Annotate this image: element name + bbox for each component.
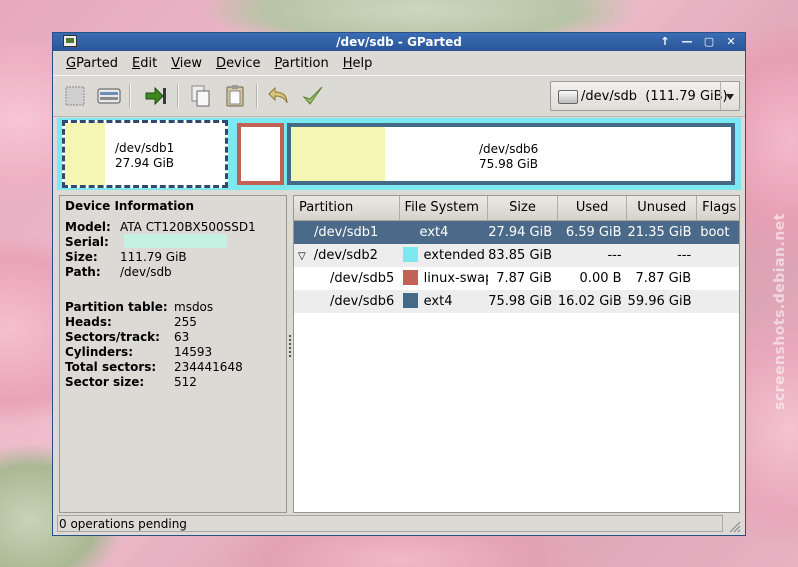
new-partition-icon[interactable]: [63, 84, 87, 108]
column-header-unused[interactable]: Unused: [627, 196, 698, 220]
menu-gparted[interactable]: GParted: [59, 56, 125, 71]
info-size: Size: 111.79 GiB: [65, 250, 187, 264]
column-header-flags[interactable]: Flags: [697, 196, 739, 220]
info-sectors-track: Sectors/track: 63: [65, 330, 190, 344]
shade-up-icon[interactable]: ↑: [655, 34, 675, 50]
chevron-down-icon[interactable]: [720, 82, 739, 110]
minimize-icon[interactable]: —: [677, 34, 697, 50]
table-row[interactable]: /dev/sdb1 ext4 27.94 GiB 6.59 GiB 21.35 …: [294, 221, 739, 244]
menu-partition[interactable]: Partition: [268, 56, 336, 71]
column-header-partition[interactable]: Partition: [294, 196, 400, 220]
used-space-bar: [65, 123, 105, 185]
graph-partition-sdb5[interactable]: [237, 123, 284, 185]
color-swatch: [402, 293, 418, 308]
graph-label-sdb1: /dev/sdb1 27.94 GiB: [115, 141, 175, 170]
expander-triangle-icon[interactable]: ▽: [298, 251, 306, 262]
toolbar: /dev/sdb (111.79 GiB): [53, 75, 745, 117]
close-icon[interactable]: ✕: [721, 34, 741, 50]
device-selector-label: /dev/sdb (111.79 GiB): [581, 89, 728, 104]
pane-splitter-handle[interactable]: [288, 333, 292, 363]
table-row[interactable]: /dev/sdb6 ext4 75.98 GiB 16.02 GiB 59.96…: [294, 290, 739, 313]
menu-help[interactable]: Help: [336, 56, 380, 71]
device-information-heading: Device Information: [65, 199, 195, 213]
menu-edit[interactable]: Edit: [125, 56, 164, 71]
info-path: Path:/dev/sdb: [65, 265, 172, 279]
info-model: Model: ATA CT120BX500SSD1: [65, 220, 256, 234]
used-space-bar: [291, 127, 385, 181]
menu-bar: GParted Edit View Device Partition Help: [53, 51, 745, 75]
color-swatch: [402, 270, 418, 285]
maximize-icon[interactable]: ▢: [699, 34, 719, 50]
table-row[interactable]: /dev/sdb5 linux-swap 7.87 GiB 0.00 B 7.8…: [294, 267, 739, 290]
info-sector-size: Sector size: 512: [65, 375, 197, 389]
table-header: Partition File System Size Used Unused F…: [294, 196, 739, 221]
gparted-window: /dev/sdb - GParted ↑ — ▢ ✕ GParted Edit …: [52, 32, 746, 536]
apply-partition-icon[interactable]: [144, 84, 168, 108]
graph-partition-sdb6[interactable]: /dev/sdb6 75.98 GiB: [287, 123, 735, 185]
resize-move-icon[interactable]: [97, 84, 121, 108]
info-serial: Serial:: [65, 235, 109, 249]
table-row[interactable]: ▽/dev/sdb2 extended 83.85 GiB --- ---: [294, 244, 739, 267]
info-heads: Heads: 255: [65, 315, 197, 329]
menu-view[interactable]: View: [164, 56, 209, 71]
device-information-panel: Device Information Model: ATA CT120BX500S…: [59, 195, 287, 513]
column-header-file-system[interactable]: File System: [400, 196, 489, 220]
undo-icon[interactable]: [267, 84, 291, 108]
device-selector[interactable]: /dev/sdb (111.79 GiB): [550, 81, 740, 111]
paste-icon[interactable]: [223, 84, 247, 108]
window-title: /dev/sdb - GParted: [336, 35, 462, 49]
column-header-used[interactable]: Used: [558, 196, 628, 220]
watermark: screenshots.debian.net: [772, 213, 788, 410]
graph-partition-sdb1[interactable]: /dev/sdb1 27.94 GiB: [62, 120, 228, 188]
color-swatch: [402, 247, 418, 262]
info-total-sectors: Total sectors: 234441648: [65, 360, 243, 374]
copy-icon[interactable]: [189, 84, 213, 108]
status-bar: 0 operations pending: [57, 515, 741, 533]
title-bar: /dev/sdb - GParted ↑ — ▢ ✕: [53, 33, 745, 51]
status-text: 0 operations pending: [59, 517, 187, 531]
graph-label-sdb6: /dev/sdb6 75.98 GiB: [479, 142, 539, 171]
harddisk-icon: [558, 90, 578, 104]
partition-graph: /dev/sdb1 27.94 GiB /dev/sdb6 75.98 GiB: [57, 118, 741, 190]
menu-device[interactable]: Device: [209, 56, 267, 71]
column-header-size[interactable]: Size: [488, 196, 558, 220]
apply-all-icon[interactable]: [301, 84, 325, 108]
resize-grip-icon[interactable]: [727, 519, 741, 533]
info-cylinders: Cylinders: 14593: [65, 345, 213, 359]
serial-redacted: [124, 234, 227, 248]
info-partition-table: Partition table: msdos: [65, 300, 214, 314]
partition-table: Partition File System Size Used Unused F…: [293, 195, 740, 513]
